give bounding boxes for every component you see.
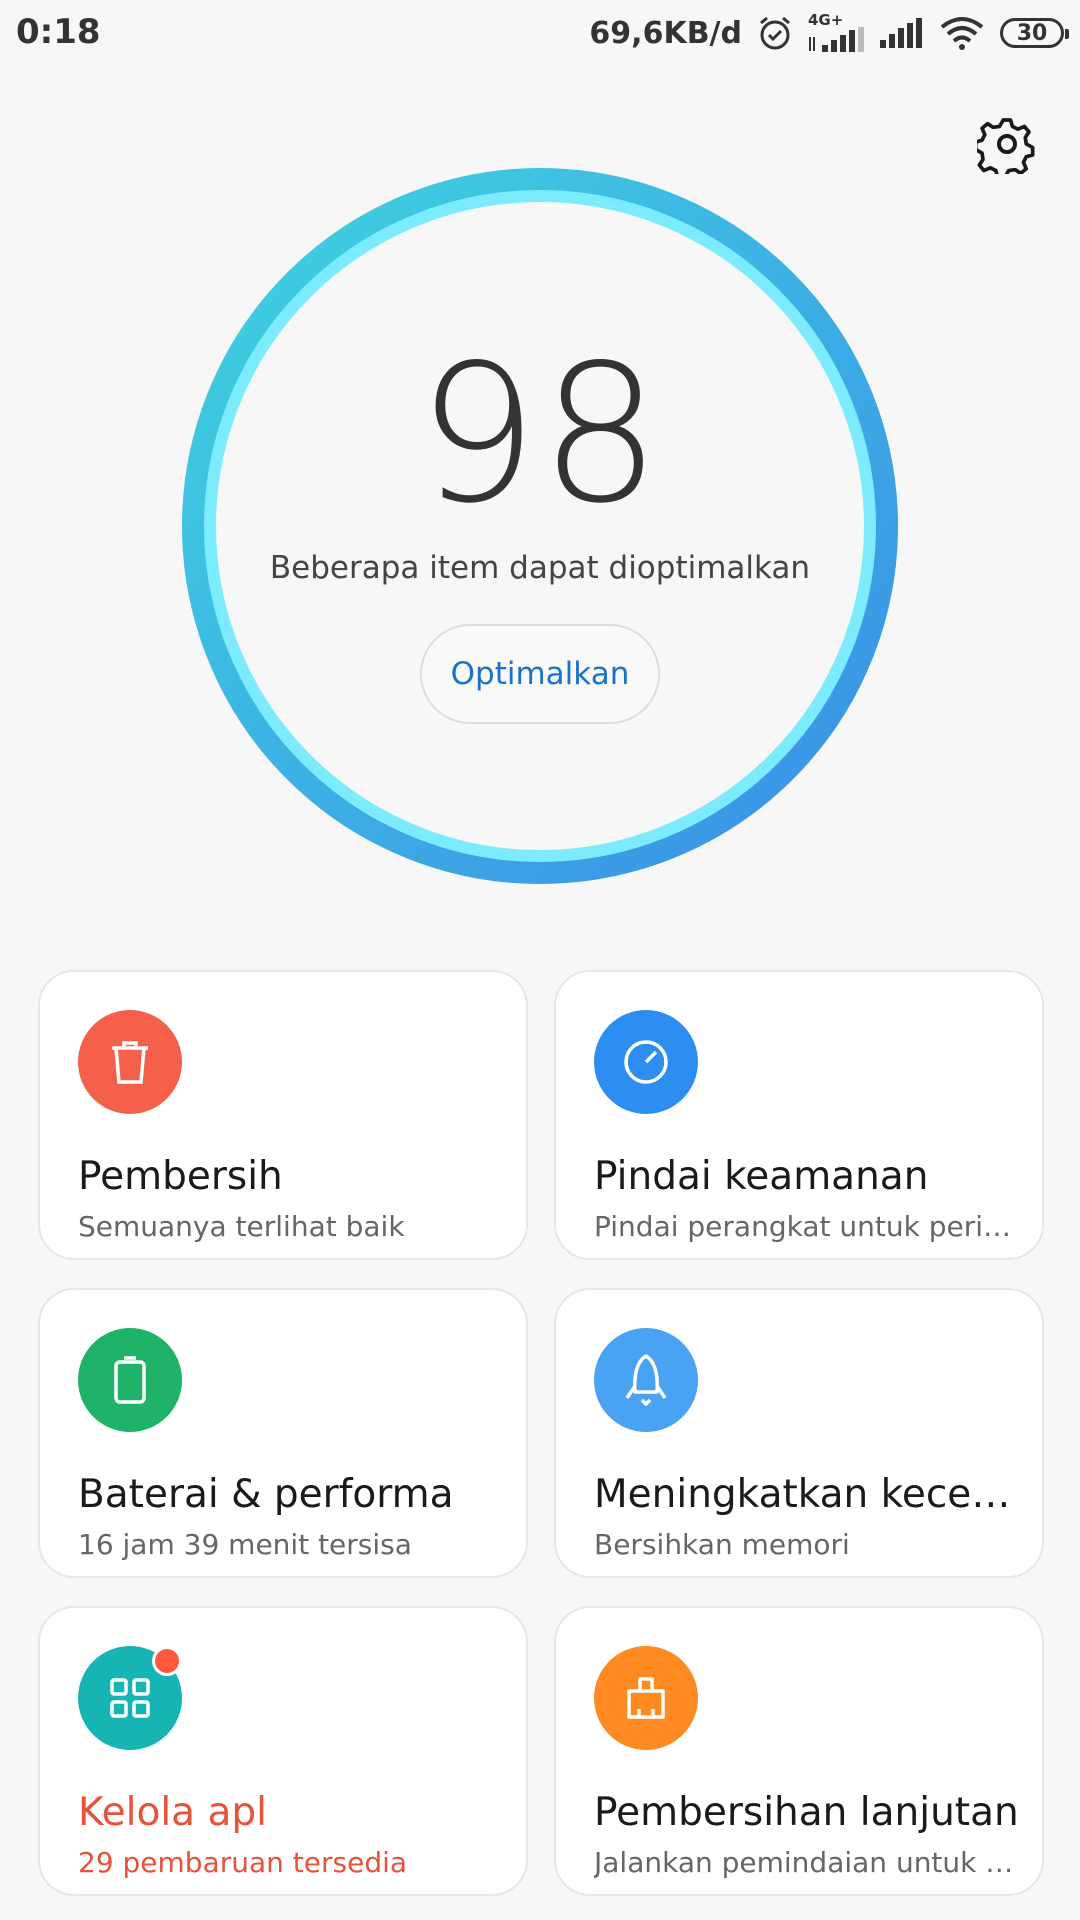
trash-icon xyxy=(78,1010,182,1114)
battery-icon xyxy=(78,1328,182,1432)
alarm-icon xyxy=(760,16,790,50)
card-title: Meningkatkan kecepa... xyxy=(594,1472,1024,1517)
health-score: 98 xyxy=(417,324,663,545)
status-bar: 0:18 69,6KB/d 4G+ 30 xyxy=(0,0,1080,66)
card-title: Pembersih xyxy=(78,1154,283,1199)
card-subtitle: Jalankan pemindaian untuk me... xyxy=(594,1846,1024,1879)
card-manage-apps[interactable]: Kelola apl 29 pembaruan tersedia xyxy=(38,1606,528,1896)
card-subtitle: Semuanya terlihat baik xyxy=(78,1210,405,1243)
card-subtitle: Pindai perangkat untuk periksa... xyxy=(594,1210,1024,1243)
signal-icon xyxy=(880,18,922,48)
card-subtitle: 16 jam 39 menit tersisa xyxy=(78,1528,412,1561)
wifi-icon xyxy=(940,17,984,50)
card-cleaner[interactable]: Pembersih Semuanya terlihat baik xyxy=(38,970,528,1260)
card-title: Pindai keamanan xyxy=(594,1154,929,1199)
card-deep-clean[interactable]: Pembersihan lanjutan Jalankan pemindaian… xyxy=(554,1606,1044,1896)
card-title: Pembersihan lanjutan xyxy=(594,1790,1019,1835)
card-title: Kelola apl xyxy=(78,1790,267,1835)
optimize-button[interactable]: Optimalkan xyxy=(420,624,660,724)
cell-4g-icon: 4G+ xyxy=(808,11,866,53)
gauge-icon xyxy=(594,1010,698,1114)
card-speed-boost[interactable]: Meningkatkan kecepa... Bersihkan memori xyxy=(554,1288,1044,1578)
score-message: Beberapa item dapat dioptimalkan xyxy=(269,550,811,586)
gear-icon[interactable] xyxy=(977,114,1037,174)
card-title: Baterai & performa xyxy=(78,1472,454,1517)
card-subtitle: 29 pembaruan tersedia xyxy=(78,1846,408,1879)
status-icons: 69,6KB/d 4G+ 30 xyxy=(589,10,1069,56)
network-speed: 69,6KB/d xyxy=(589,15,742,51)
rocket-icon xyxy=(594,1328,698,1432)
card-security-scan[interactable]: Pindai keamanan Pindai perangkat untuk p… xyxy=(554,970,1044,1260)
card-battery-performance[interactable]: Baterai & performa 16 jam 39 menit tersi… xyxy=(38,1288,528,1578)
broom-icon xyxy=(594,1646,698,1750)
status-time: 0:18 xyxy=(16,12,101,52)
score-ring: 98 Beberapa item dapat dioptimalkan Opti… xyxy=(182,168,898,884)
battery-indicator: 30 xyxy=(1000,18,1069,48)
card-subtitle: Bersihkan memori xyxy=(594,1528,850,1561)
notification-dot xyxy=(152,1646,182,1676)
